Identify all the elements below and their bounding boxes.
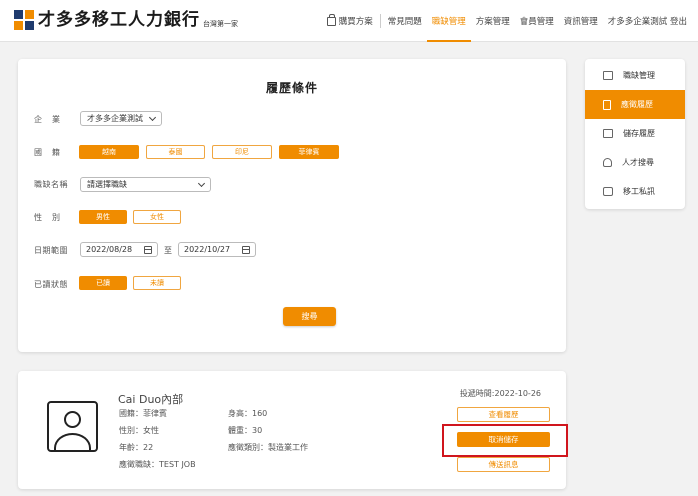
logo-subtitle: 台灣第一家 (203, 20, 238, 28)
country-option-thailand[interactable]: 泰國 (146, 145, 205, 159)
site-logo[interactable]: 才多多移工人力銀行 台灣第一家 (14, 10, 238, 30)
side-item-talent-search[interactable]: 人才搜尋 (585, 148, 685, 177)
nav-member-management[interactable]: 會員管理 (515, 0, 559, 42)
candidate-applied-job: 應徵職缺：TEST JOB (119, 460, 196, 469)
folder-icon (603, 129, 613, 138)
view-resume-button[interactable]: 查看履歷 (457, 407, 550, 422)
nav-info-management[interactable]: 資訊管理 (559, 0, 603, 42)
briefcase-icon (603, 71, 613, 80)
gender-option-female[interactable]: 女性 (133, 210, 181, 224)
side-item-saved-resumes[interactable]: 儲存履歷 (585, 119, 685, 148)
calendar-icon[interactable] (144, 245, 152, 254)
nav-account-logout[interactable]: 才多多企業測試 登出 (603, 0, 692, 42)
send-message-button[interactable]: 傳送訊息 (457, 457, 550, 472)
resume-result-card: Cai Duo內部 投遞時間:2022-10-26 國籍：菲律賓 性別：女性 年… (18, 371, 568, 489)
company-select[interactable]: 才多多企業測試 (80, 111, 162, 126)
logo-mark-icon (14, 10, 34, 30)
date-to-label: 至 (164, 246, 172, 255)
resume-filter-card: 履歷條件 企業 才多多企業測試 國籍 越南 泰國 印尼 菲律賓 職缺名稱 請選擇… (18, 59, 566, 352)
main-nav: 購買方案 常見問題 職缺管理 方案管理 會員管理 資訊管理 才多多企業測試 登出 (322, 0, 692, 42)
side-menu: 職缺管理 應徵履歷 儲存履歷 人才搜尋 移工私訊 (585, 59, 685, 209)
user-search-icon (603, 158, 612, 167)
company-label: 企業 (34, 115, 70, 124)
date-to-input[interactable]: 2022/10/27 (178, 242, 256, 257)
nav-faq[interactable]: 常見問題 (383, 0, 427, 42)
search-button[interactable]: 搜尋 (283, 307, 336, 326)
nav-buy-plan[interactable]: 購買方案 (322, 0, 378, 42)
date-from-input[interactable]: 2022/08/28 (80, 242, 158, 257)
job-name-label: 職缺名稱 (34, 180, 68, 189)
country-option-indonesia[interactable]: 印尼 (212, 145, 272, 159)
side-item-applied-resumes[interactable]: 應徵履歷 (585, 90, 685, 119)
gender-label: 性別 (34, 213, 70, 222)
candidate-gender: 性別：女性 (119, 426, 159, 435)
annotation-highlight-box (442, 424, 568, 457)
date-range-label: 日期範圍 (34, 246, 68, 255)
gender-option-male[interactable]: 男性 (79, 210, 127, 224)
chevron-down-icon (197, 179, 206, 187)
avatar-placeholder-icon (47, 401, 98, 452)
candidate-nationality: 國籍：菲律賓 (119, 409, 167, 418)
country-option-vietnam[interactable]: 越南 (79, 145, 139, 159)
candidate-weight: 體重：30 (228, 426, 263, 435)
read-option-read[interactable]: 已讀 (79, 276, 127, 290)
side-item-job-management[interactable]: 職缺管理 (585, 61, 685, 90)
candidate-job-category: 應徵類別：製造業工作 (228, 443, 308, 452)
candidate-age: 年齡：22 (119, 443, 154, 452)
candidate-height: 身高：160 (228, 409, 268, 418)
job-select[interactable]: 請選擇職缺 (80, 177, 211, 192)
calendar-icon[interactable] (242, 245, 250, 254)
candidate-name: Cai Duo內部 (118, 393, 184, 406)
read-option-unread[interactable]: 未讀 (133, 276, 181, 290)
shopping-bag-icon (326, 13, 336, 26)
nav-plan-management[interactable]: 方案管理 (471, 0, 515, 42)
side-item-worker-messages[interactable]: 移工私訊 (585, 177, 685, 206)
post-time: 投遞時間:2022-10-26 (459, 389, 541, 398)
nav-job-management[interactable]: 職缺管理 (426, 0, 471, 42)
read-status-label: 已讀狀態 (34, 280, 68, 289)
document-icon (603, 99, 611, 110)
nav-divider (379, 14, 381, 28)
chevron-down-icon (148, 113, 157, 121)
country-option-philippines[interactable]: 菲律賓 (279, 145, 339, 159)
country-label: 國籍 (34, 148, 70, 157)
filter-title: 履歷條件 (265, 81, 318, 95)
logo-text: 才多多移工人力銀行 (38, 10, 200, 30)
top-header: 才多多移工人力銀行 台灣第一家 購買方案 常見問題 職缺管理 方案管理 會員管理… (0, 0, 698, 42)
message-icon (603, 187, 613, 196)
